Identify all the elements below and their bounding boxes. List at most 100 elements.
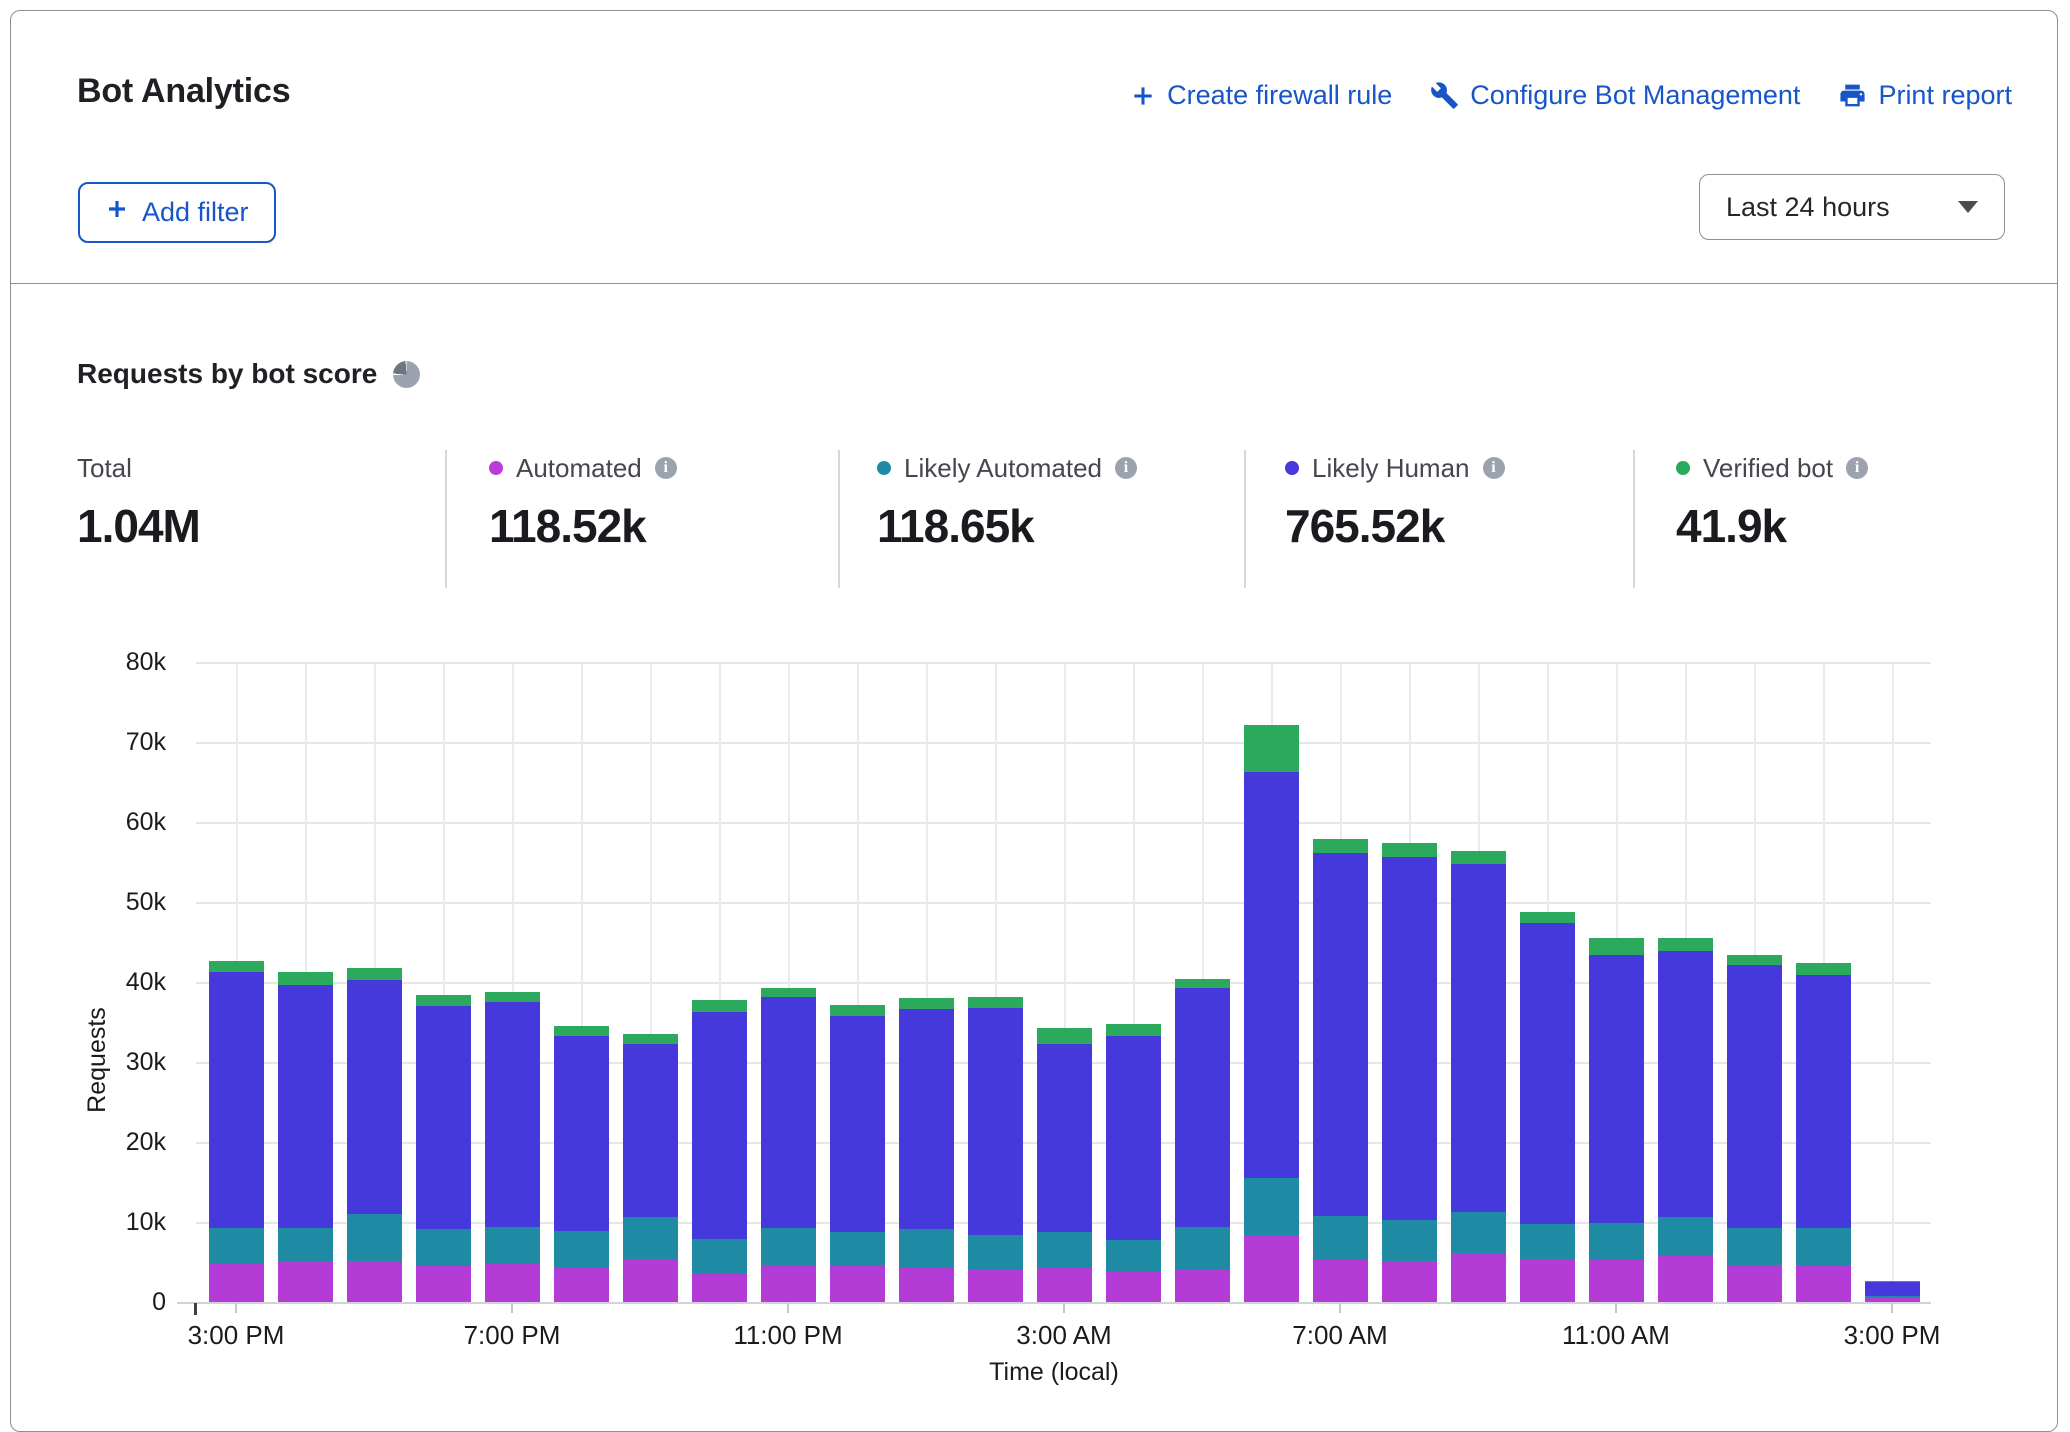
bar-segment-automated: [278, 1262, 333, 1302]
y-tick-label: 0: [46, 1286, 166, 1318]
bar-segment-automated: [899, 1268, 954, 1302]
x-tick-label: 7:00 AM: [1240, 1320, 1440, 1351]
y-tick-label: 70k: [46, 726, 166, 758]
bar-segment-automated: [1589, 1260, 1644, 1302]
bar-segment-likely-automated: [1796, 1228, 1851, 1266]
bar-segment-verified-bot: [347, 968, 402, 980]
bar-segment-automated: [554, 1268, 609, 1302]
bar-segment-verified-bot: [1313, 839, 1368, 853]
bar-segment-likely-human: [968, 1008, 1023, 1235]
bar-segment-automated: [1175, 1270, 1230, 1302]
x-axis-line: [177, 1302, 1931, 1304]
bar-segment-likely-automated: [1175, 1227, 1230, 1270]
bar-segment-automated: [1313, 1260, 1368, 1302]
bar-segment-verified-bot: [1451, 851, 1506, 864]
bar-segment-likely-human: [485, 1002, 540, 1227]
bar-segment-likely-human: [899, 1009, 954, 1229]
bar-segment-likely-automated: [968, 1235, 1023, 1270]
x-tick: [1339, 1303, 1341, 1313]
bar-segment-verified-bot: [1520, 912, 1575, 922]
bar-segment-verified-bot: [1244, 725, 1299, 771]
bar-segment-verified-bot: [554, 1026, 609, 1036]
bar-segment-verified-bot: [692, 1000, 747, 1012]
x-tick-label: 3:00 PM: [1792, 1320, 1992, 1351]
bar-segment-likely-human: [1451, 864, 1506, 1213]
bar-segment-automated: [1865, 1298, 1920, 1302]
bar-segment-likely-automated: [347, 1214, 402, 1261]
bar-segment-verified-bot: [830, 1005, 885, 1015]
x-tick: [787, 1303, 789, 1313]
bar-segment-likely-automated: [1589, 1223, 1644, 1260]
bar-segment-likely-human: [554, 1036, 609, 1231]
bar-segment-automated: [1244, 1235, 1299, 1302]
y-tick-label: 20k: [46, 1126, 166, 1158]
bar-segment-verified-bot: [416, 995, 471, 1006]
bar-segment-likely-automated: [1244, 1178, 1299, 1235]
bar-segment-verified-bot: [761, 988, 816, 998]
bar-segment-likely-human: [1106, 1036, 1161, 1240]
bar-segment-automated: [692, 1273, 747, 1302]
bar-segment-likely-human: [416, 1006, 471, 1229]
gridline-v: [1892, 662, 1894, 1302]
bar-segment-likely-human: [1796, 975, 1851, 1229]
bar-segment-likely-automated: [1658, 1217, 1713, 1255]
y-tick-label: 80k: [46, 646, 166, 678]
bar-segment-automated: [830, 1266, 885, 1302]
bar-segment-likely-automated: [1313, 1216, 1368, 1259]
bar-segment-verified-bot: [899, 998, 954, 1009]
bar-segment-likely-human: [761, 997, 816, 1228]
bar-segment-automated: [1106, 1272, 1161, 1302]
bar-segment-likely-automated: [485, 1227, 540, 1264]
bar-segment-likely-automated: [554, 1231, 609, 1268]
y-tick-label: 10k: [46, 1206, 166, 1238]
bar-segment-likely-automated: [209, 1228, 264, 1263]
x-tick: [511, 1303, 513, 1313]
bar-segment-likely-automated: [1451, 1212, 1506, 1253]
bar-segment-automated: [347, 1261, 402, 1302]
bar-segment-verified-bot: [1727, 955, 1782, 965]
bar-segment-verified-bot: [1589, 938, 1644, 955]
bar-segment-likely-automated: [623, 1217, 678, 1259]
requests-bar-chart: Time (local) Requests 010k20k30k40k50k60…: [0, 0, 2070, 1394]
x-tick-label: 11:00 PM: [688, 1320, 888, 1351]
bar-segment-likely-automated: [416, 1229, 471, 1266]
x-tick: [1891, 1303, 1893, 1313]
x-tick: [1063, 1303, 1065, 1313]
y-tick-label: 50k: [46, 886, 166, 918]
y-tick-label: 40k: [46, 966, 166, 998]
bar-segment-likely-human: [1175, 988, 1230, 1227]
bar-segment-likely-automated: [1520, 1224, 1575, 1258]
bar-segment-automated: [1658, 1256, 1713, 1302]
bar-segment-likely-human: [1382, 857, 1437, 1220]
bar-segment-likely-automated: [1382, 1220, 1437, 1261]
x-tick: [1615, 1303, 1617, 1313]
bar-segment-likely-human: [623, 1044, 678, 1218]
bar-segment-verified-bot: [1037, 1028, 1092, 1044]
bar-segment-likely-human: [1520, 923, 1575, 1225]
bar-segment-automated: [1796, 1266, 1851, 1302]
bar-segment-likely-automated: [1037, 1232, 1092, 1267]
bar-segment-likely-human: [347, 980, 402, 1214]
bar-segment-automated: [623, 1259, 678, 1302]
y-tick-label: 60k: [46, 806, 166, 838]
bar-segment-verified-bot: [1796, 963, 1851, 975]
x-tick-label: 7:00 PM: [412, 1320, 612, 1351]
bar-segment-likely-human: [1589, 955, 1644, 1223]
bar-segment-likely-human: [278, 985, 333, 1228]
bar-segment-verified-bot: [278, 972, 333, 985]
bar-segment-likely-human: [830, 1016, 885, 1233]
bar-segment-verified-bot: [1175, 979, 1230, 988]
bar-segment-likely-automated: [830, 1232, 885, 1266]
bar-segment-automated: [485, 1264, 540, 1302]
bar-segment-verified-bot: [623, 1034, 678, 1044]
bar-segment-likely-automated: [1106, 1240, 1161, 1272]
bar-segment-automated: [209, 1264, 264, 1302]
x-tick: [235, 1303, 237, 1313]
bar-segment-likely-automated: [1727, 1228, 1782, 1265]
origin-tick: [194, 1303, 197, 1315]
bar-segment-verified-bot: [1658, 938, 1713, 951]
bar-segment-automated: [968, 1270, 1023, 1302]
x-axis-title: Time (local): [904, 1358, 1204, 1387]
bar-segment-automated: [761, 1265, 816, 1302]
bar-segment-likely-human: [1313, 853, 1368, 1216]
